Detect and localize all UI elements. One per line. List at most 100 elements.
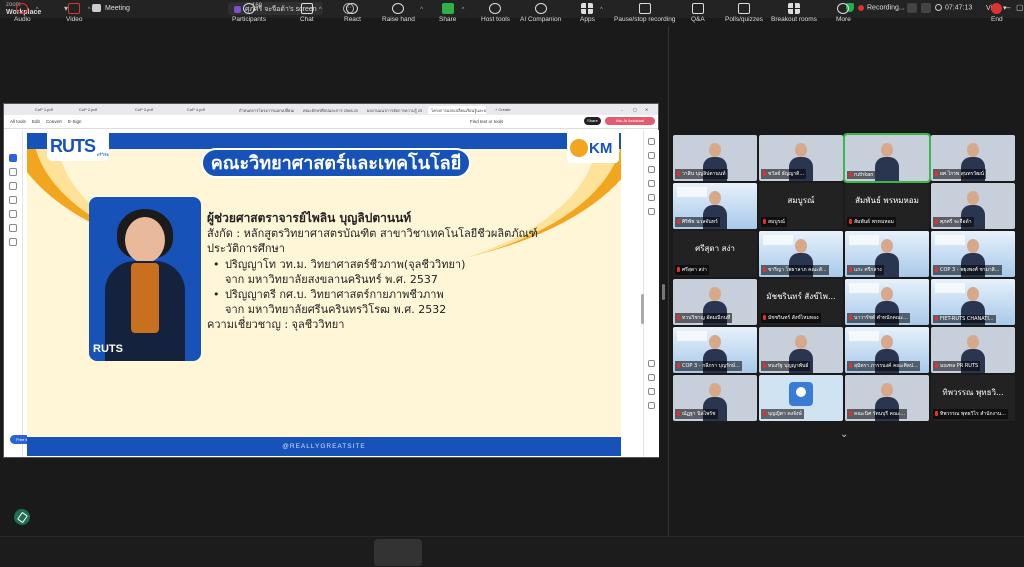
zoom-in-icon[interactable] [648, 360, 655, 367]
chevron-up-icon[interactable]: ^ [36, 7, 39, 13]
host-tools-button[interactable]: Host tools [481, 3, 510, 23]
browser-tab[interactable]: CoP 3.pdf [132, 106, 156, 114]
participant-tile[interactable]: สัมพันธ์ พรหมหอม สัมพันธ์ พรหมหอม [845, 183, 929, 229]
ai-assistant-button[interactable]: Ask AI Assistant [605, 117, 655, 125]
more-button[interactable]: More [836, 3, 851, 23]
maximize-icon[interactable]: ▢ [630, 106, 640, 114]
participant-tile[interactable]: ศรีสุดา สง่า ศรีสุดา สง่า [673, 231, 757, 277]
apps-button[interactable]: Apps ^ [580, 3, 603, 23]
browser-tab[interactable]: CoP 1.pdf [32, 106, 56, 114]
breakout-rooms-button[interactable]: Breakout rooms [771, 3, 817, 23]
create-tab-button[interactable]: + Create [492, 106, 513, 114]
toolbar-all-tools[interactable]: All tools [10, 119, 26, 124]
participant-tile[interactable]: บุญญิตา คงจังษ์ [759, 375, 843, 421]
participant-tile[interactable]: ทวนวิชาญ อัตมณีกนที [673, 279, 757, 325]
stamp-tool-icon[interactable] [9, 238, 17, 246]
share-button[interactable]: Share ^ [439, 3, 464, 23]
chevron-up-icon[interactable]: ^ [462, 7, 465, 13]
meeting-tab[interactable]: Meeting [92, 4, 130, 12]
chevron-up-icon[interactable]: ^ [600, 7, 603, 13]
browser-tab[interactable]: CoP 4.pdf [184, 106, 208, 114]
participant-tile[interactable]: COP 3 - กลีภรา บุญรักษ์... [673, 327, 757, 373]
participant-tile[interactable]: วาสิน บุญลิปตานนท์ [673, 135, 757, 181]
browser-tab[interactable]: คณะอักษรศิลปและการ 2566-2567... [300, 106, 358, 114]
fit-page-icon[interactable] [648, 388, 655, 395]
participant-tile[interactable]: สุมิตรา ภารรนงค์ คณะศิลป... [845, 327, 929, 373]
participant-name: สัมพันธ์ พรหมหอม [854, 219, 894, 225]
chevron-up-icon[interactable]: ^ [420, 7, 423, 13]
toolbar-convert[interactable]: Convert [46, 119, 62, 124]
end-meeting-button[interactable]: End [991, 3, 1003, 23]
participant-tile[interactable]: ruthkan [843, 133, 931, 183]
rotate-icon[interactable] [648, 402, 655, 409]
browser-tab[interactable]: กำหนดการโครงการแลกเปลี่ยนเรียน... [236, 106, 294, 114]
browser-tab-active[interactable]: โครงการแลกเปลี่ยนเรียนรู้และประชุม... [428, 106, 486, 114]
annotate-pen-icon[interactable] [14, 509, 30, 525]
comments-icon[interactable] [648, 138, 655, 145]
pages-icon[interactable] [648, 166, 655, 173]
share-button[interactable]: Share [584, 117, 601, 125]
polls-button[interactable]: Polls/quizzes [725, 3, 763, 23]
react-button[interactable]: React [344, 3, 361, 23]
zoom-tool-icon[interactable] [9, 168, 17, 176]
layers-icon[interactable] [648, 194, 655, 201]
chevron-up-icon[interactable]: ^ [88, 7, 91, 13]
ai-companion-button[interactable]: AI Companion [520, 3, 561, 23]
participant-tile[interactable]: ณัฏฐา นิลไพรัช [673, 375, 757, 421]
video-button[interactable]: Video ^ [66, 3, 91, 23]
toolbar-edit[interactable]: Edit [32, 119, 40, 124]
pause-stop-recording-button[interactable]: Pause/stop recording [614, 3, 675, 23]
select-tool-icon[interactable] [9, 154, 17, 162]
bookmark-icon[interactable] [648, 152, 655, 159]
attachments-icon[interactable] [648, 180, 655, 187]
maximize-icon[interactable]: ▢ [1016, 3, 1024, 12]
browser-tab[interactable]: ผลงานแนวการจัดการความรู้ 2566 (1... [364, 106, 422, 114]
lasso-tool-icon[interactable] [9, 210, 17, 218]
text-tool-icon[interactable] [9, 224, 17, 232]
raise-hand-button[interactable]: Raise hand ^ [382, 3, 423, 23]
minimize-icon[interactable]: – [618, 106, 626, 114]
find-tools-field[interactable]: Find text or tools [470, 119, 503, 124]
participant-tile[interactable]: ศุภศรี จะจือด้า [931, 183, 1015, 229]
participant-tile[interactable]: มณฑล PR RUTS [931, 327, 1015, 373]
close-icon[interactable]: ✕ [642, 106, 651, 114]
zoom-out-icon[interactable] [648, 374, 655, 381]
participant-tile[interactable]: แกะ ศรีกลาง [845, 231, 929, 277]
chevron-up-icon[interactable]: ^ [319, 7, 322, 13]
search-icon[interactable] [648, 208, 655, 215]
stop-recording-button[interactable] [921, 3, 931, 13]
panel-divider [668, 26, 669, 536]
participant-tile[interactable]: ทิพวรรณ พุทธวิ... ทิพวรรณ พุทธวิไร สำนักง… [931, 375, 1015, 421]
pdf-scrollbar[interactable] [641, 294, 644, 324]
pause-recording-button[interactable] [907, 3, 917, 13]
participant-tile[interactable]: นาวารัชต์ ตำหนักคณะ... [845, 279, 929, 325]
browser-tab[interactable]: CoP 2.pdf [76, 106, 100, 114]
chevron-down-icon[interactable]: ⌄ [840, 429, 848, 440]
recording-indicator[interactable]: Recording... [846, 3, 905, 12]
draw-tool-icon[interactable] [9, 196, 17, 204]
audio-button[interactable]: Audio ^ [14, 3, 39, 23]
participant-tile[interactable]: ศิริพัช นวลจันทร์ [673, 183, 757, 229]
minimize-icon[interactable]: – [1006, 3, 1010, 12]
pdf-reader-tabs: CoP 1.pdf CoP 2.pdf CoP 3.pdf CoP 4.pdf … [4, 104, 658, 115]
participant-tile[interactable]: ชวัลย์ ธัญญาดิ... [759, 135, 843, 181]
participant-tile[interactable]: มัชชรินทร์ สังข์ไพ... มัชชรินทร์ สังข์ไหม… [759, 279, 843, 325]
raise-hand-highlight [374, 539, 422, 566]
participant-tile[interactable]: COP 3 - พยุงพงศ์ ชามาสิ... [931, 231, 1015, 277]
participant-tile[interactable]: ทนงรัฐ บุญญาพันธ์ [759, 327, 843, 373]
participant-tile[interactable]: คณะนิศ รัตนบุรี คณะ... [845, 375, 929, 421]
comment-tool-icon[interactable] [9, 182, 17, 190]
participant-tile[interactable]: ผศ.ไกรพ สุนทรวัฒน์ [931, 135, 1015, 181]
participant-name-label: ศรีสุดา สง่า [675, 265, 709, 275]
participant-tile[interactable]: ชาริญา โพธาลาภ คณะสั... [759, 231, 843, 277]
chevron-up-icon[interactable]: ^ [271, 7, 274, 13]
participant-tile[interactable]: สมบูรณ์ สมบูรณ์ [759, 183, 843, 229]
split-view-handle[interactable] [662, 284, 665, 300]
chat-button[interactable]: Chat ^ [300, 3, 322, 23]
toolbar-esign[interactable]: E-Sign [68, 119, 82, 124]
education-heading: ประวัติการศึกษา [207, 242, 285, 256]
polls-label: Polls/quizzes [725, 16, 763, 23]
participants-button[interactable]: 169 Participants ^ [232, 3, 274, 23]
participant-tile[interactable]: FIET-RUTS CHANATI... [931, 279, 1015, 325]
qa-button[interactable]: Q&A [691, 3, 705, 23]
